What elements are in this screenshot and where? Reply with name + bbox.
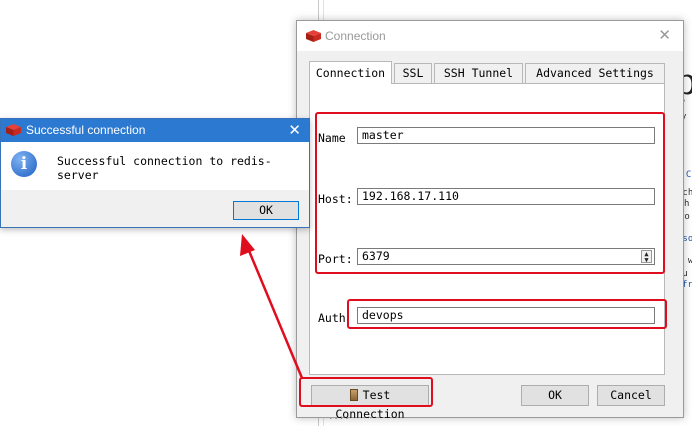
connection-dialog: Connection ✕ Connection SSL SSH Tunnel A…	[296, 20, 684, 421]
connection-titlebar[interactable]: Connection ✕	[297, 21, 683, 51]
auth-label: Auth	[318, 311, 346, 325]
name-label: Name	[318, 131, 346, 145]
tab-advanced-settings[interactable]: Advanced Settings	[525, 63, 665, 83]
redis-logo-icon	[6, 124, 21, 136]
port-label: Port:	[318, 252, 353, 266]
success-ok-button[interactable]: OK	[233, 201, 299, 220]
tab-ssh-tunnel[interactable]: SSH Tunnel	[434, 63, 523, 83]
connection-title: Connection	[325, 29, 386, 43]
tab-ssl[interactable]: SSL	[394, 63, 432, 83]
host-label: Host:	[318, 192, 353, 206]
close-icon[interactable]: ✕	[288, 121, 301, 139]
success-dialog: Successful connection ✕ i Successful con…	[0, 118, 310, 228]
auth-input[interactable]: devops	[357, 307, 655, 324]
info-icon: i	[11, 151, 37, 177]
hourglass-icon	[349, 389, 358, 401]
tab-connection[interactable]: Connection	[309, 61, 392, 84]
bg-text-fragment: h	[684, 199, 690, 209]
test-connection-button[interactable]: Test Connection	[311, 385, 429, 421]
host-input[interactable]: 192.168.17.110	[357, 188, 655, 205]
test-connection-label: Test Connection	[335, 388, 405, 421]
ok-button[interactable]: OK	[521, 385, 589, 406]
cancel-button[interactable]: Cancel	[597, 385, 665, 406]
success-titlebar[interactable]: Successful connection ✕	[1, 119, 309, 142]
redis-logo-icon	[306, 30, 321, 42]
annotation-arrow-line	[245, 245, 304, 379]
port-spinbox[interactable]: 6379 ▲ ▼	[357, 248, 655, 265]
close-icon[interactable]: ✕	[658, 26, 671, 44]
name-input[interactable]: master	[357, 127, 655, 144]
port-value: 6379	[362, 249, 390, 263]
spin-arrows-icon[interactable]: ▲ ▼	[641, 250, 652, 264]
success-message: Successful connection to redis-server	[57, 154, 272, 182]
annotation-arrowhead	[240, 234, 255, 256]
success-title: Successful connection	[26, 123, 146, 137]
